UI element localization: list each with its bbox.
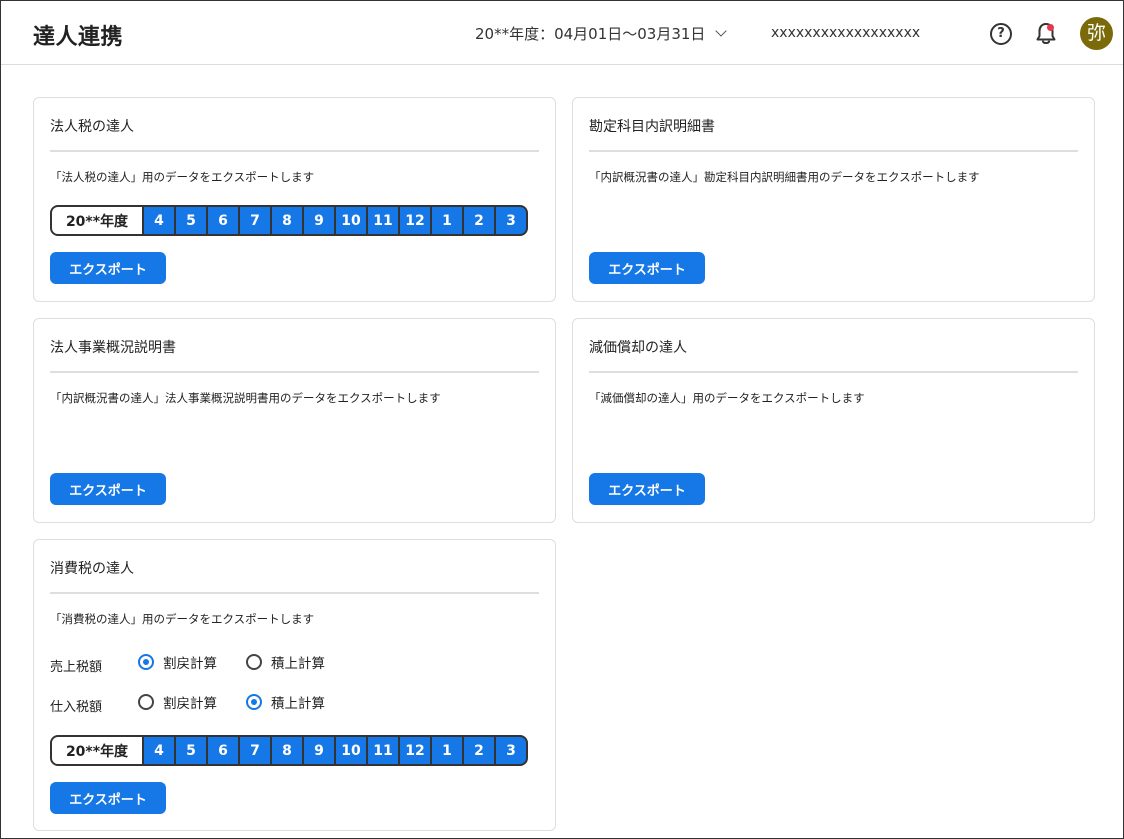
month-button-1[interactable]: 1 <box>432 207 464 234</box>
month-button-7[interactable]: 7 <box>240 737 272 764</box>
month-button-3[interactable]: 3 <box>496 737 526 764</box>
fiscal-period-select[interactable]: 20**年度：04月01日〜03月31日 <box>475 23 728 44</box>
radio-label: 割戻計算 <box>163 696 217 712</box>
month-button-8[interactable]: 8 <box>272 207 304 234</box>
card-jigyou-gaikyou: 法人事業概況説明書 「内訳概況書の達人」法人事業概況説明書用のデータをエクスポー… <box>33 318 556 523</box>
card-kanjou-kamoku: 勘定科目内訳明細書 「内訳概況書の達人」勘定科目内訳明細書用のデータをエクスポー… <box>572 97 1095 302</box>
export-button[interactable]: エクスポート <box>589 473 705 505</box>
fiscal-period-value: 20**年度：04月01日〜03月31日 <box>475 25 706 43</box>
purchase-tax-label: 仕入税額 <box>50 700 103 715</box>
export-button[interactable]: エクスポート <box>50 782 166 814</box>
month-button-12[interactable]: 12 <box>400 207 432 234</box>
radio-unselected-icon <box>246 654 262 670</box>
purchase-warimodoshi-radio[interactable]: 割戻計算 <box>138 692 217 712</box>
card-title: 減価償却の達人 <box>589 340 687 356</box>
month-button-12[interactable]: 12 <box>400 737 432 764</box>
card-description: 「内訳概況書の達人」法人事業概況説明書用のデータをエクスポートします <box>50 391 441 405</box>
radio-selected-icon <box>138 654 154 670</box>
purchase-tax-row: 仕入税額 割戻計算 積上計算 <box>50 692 530 715</box>
month-button-3[interactable]: 3 <box>496 207 526 234</box>
month-selector: 20**年度 4 5 6 7 8 9 10 11 12 1 2 3 <box>50 735 528 766</box>
company-name: xxxxxxxxxxxxxxxxxx <box>771 25 921 41</box>
month-button-2[interactable]: 2 <box>464 737 496 764</box>
export-button[interactable]: エクスポート <box>50 473 166 505</box>
card-title: 法人事業概況説明書 <box>50 340 176 356</box>
card-shouhizei: 消費税の達人 「消費税の達人」用のデータをエクスポートします 売上税額 割戻計算… <box>33 539 556 831</box>
card-description: 「法人税の達人」用のデータをエクスポートします <box>50 170 315 184</box>
sales-tsumiage-radio[interactable]: 積上計算 <box>246 652 325 672</box>
export-button[interactable]: エクスポート <box>50 252 166 284</box>
card-description: 「内訳概況書の達人」勘定科目内訳明細書用のデータをエクスポートします <box>589 170 980 184</box>
help-icon[interactable]: ? <box>990 23 1012 45</box>
divider <box>50 592 539 594</box>
card-title: 消費税の達人 <box>50 561 134 577</box>
month-button-4[interactable]: 4 <box>144 207 176 234</box>
radio-label: 積上計算 <box>271 696 325 712</box>
divider <box>50 150 539 152</box>
month-button-5[interactable]: 5 <box>176 207 208 234</box>
month-button-9[interactable]: 9 <box>304 737 336 764</box>
purchase-tsumiage-radio[interactable]: 積上計算 <box>246 692 325 712</box>
card-title: 勘定科目内訳明細書 <box>589 119 715 135</box>
month-button-9[interactable]: 9 <box>304 207 336 234</box>
divider <box>50 371 539 373</box>
radio-label: 割戻計算 <box>163 656 217 672</box>
fiscal-year-label: 20**年度 <box>52 737 144 764</box>
month-button-11[interactable]: 11 <box>368 207 400 234</box>
radio-selected-icon <box>246 694 262 710</box>
month-button-10[interactable]: 10 <box>336 207 368 234</box>
month-button-1[interactable]: 1 <box>432 737 464 764</box>
sales-tax-label: 売上税額 <box>50 660 103 675</box>
month-button-8[interactable]: 8 <box>272 737 304 764</box>
avatar[interactable]: 弥 <box>1080 17 1113 50</box>
sales-tax-row: 売上税額 割戻計算 積上計算 <box>50 652 530 675</box>
month-button-2[interactable]: 2 <box>464 207 496 234</box>
month-button-6[interactable]: 6 <box>208 737 240 764</box>
card-description: 「減価償却の達人」用のデータをエクスポートします <box>589 391 865 405</box>
radio-label: 積上計算 <box>271 656 325 672</box>
chevron-down-icon <box>715 25 728 37</box>
divider <box>589 371 1078 373</box>
month-button-11[interactable]: 11 <box>368 737 400 764</box>
notification-badge <box>1047 24 1054 31</box>
card-title: 法人税の達人 <box>50 119 134 135</box>
sales-warimodoshi-radio[interactable]: 割戻計算 <box>138 652 217 672</box>
radio-unselected-icon <box>138 694 154 710</box>
month-button-5[interactable]: 5 <box>176 737 208 764</box>
month-button-6[interactable]: 6 <box>208 207 240 234</box>
fiscal-year-label: 20**年度 <box>52 207 144 234</box>
app-header: 達人連携 20**年度：04月01日〜03月31日 xxxxxxxxxxxxxx… <box>1 1 1123 65</box>
divider <box>589 150 1078 152</box>
card-houjinzei: 法人税の達人 「法人税の達人」用のデータをエクスポートします 20**年度 4 … <box>33 97 556 302</box>
month-selector: 20**年度 4 5 6 7 8 9 10 11 12 1 2 3 <box>50 205 528 236</box>
month-button-7[interactable]: 7 <box>240 207 272 234</box>
month-button-4[interactable]: 4 <box>144 737 176 764</box>
month-button-10[interactable]: 10 <box>336 737 368 764</box>
page-title: 達人連携 <box>33 25 124 50</box>
card-genka-shoukyaku: 減価償却の達人 「減価償却の達人」用のデータをエクスポートします エクスポート <box>572 318 1095 523</box>
export-button[interactable]: エクスポート <box>589 252 705 284</box>
card-description: 「消費税の達人」用のデータをエクスポートします <box>50 612 315 626</box>
